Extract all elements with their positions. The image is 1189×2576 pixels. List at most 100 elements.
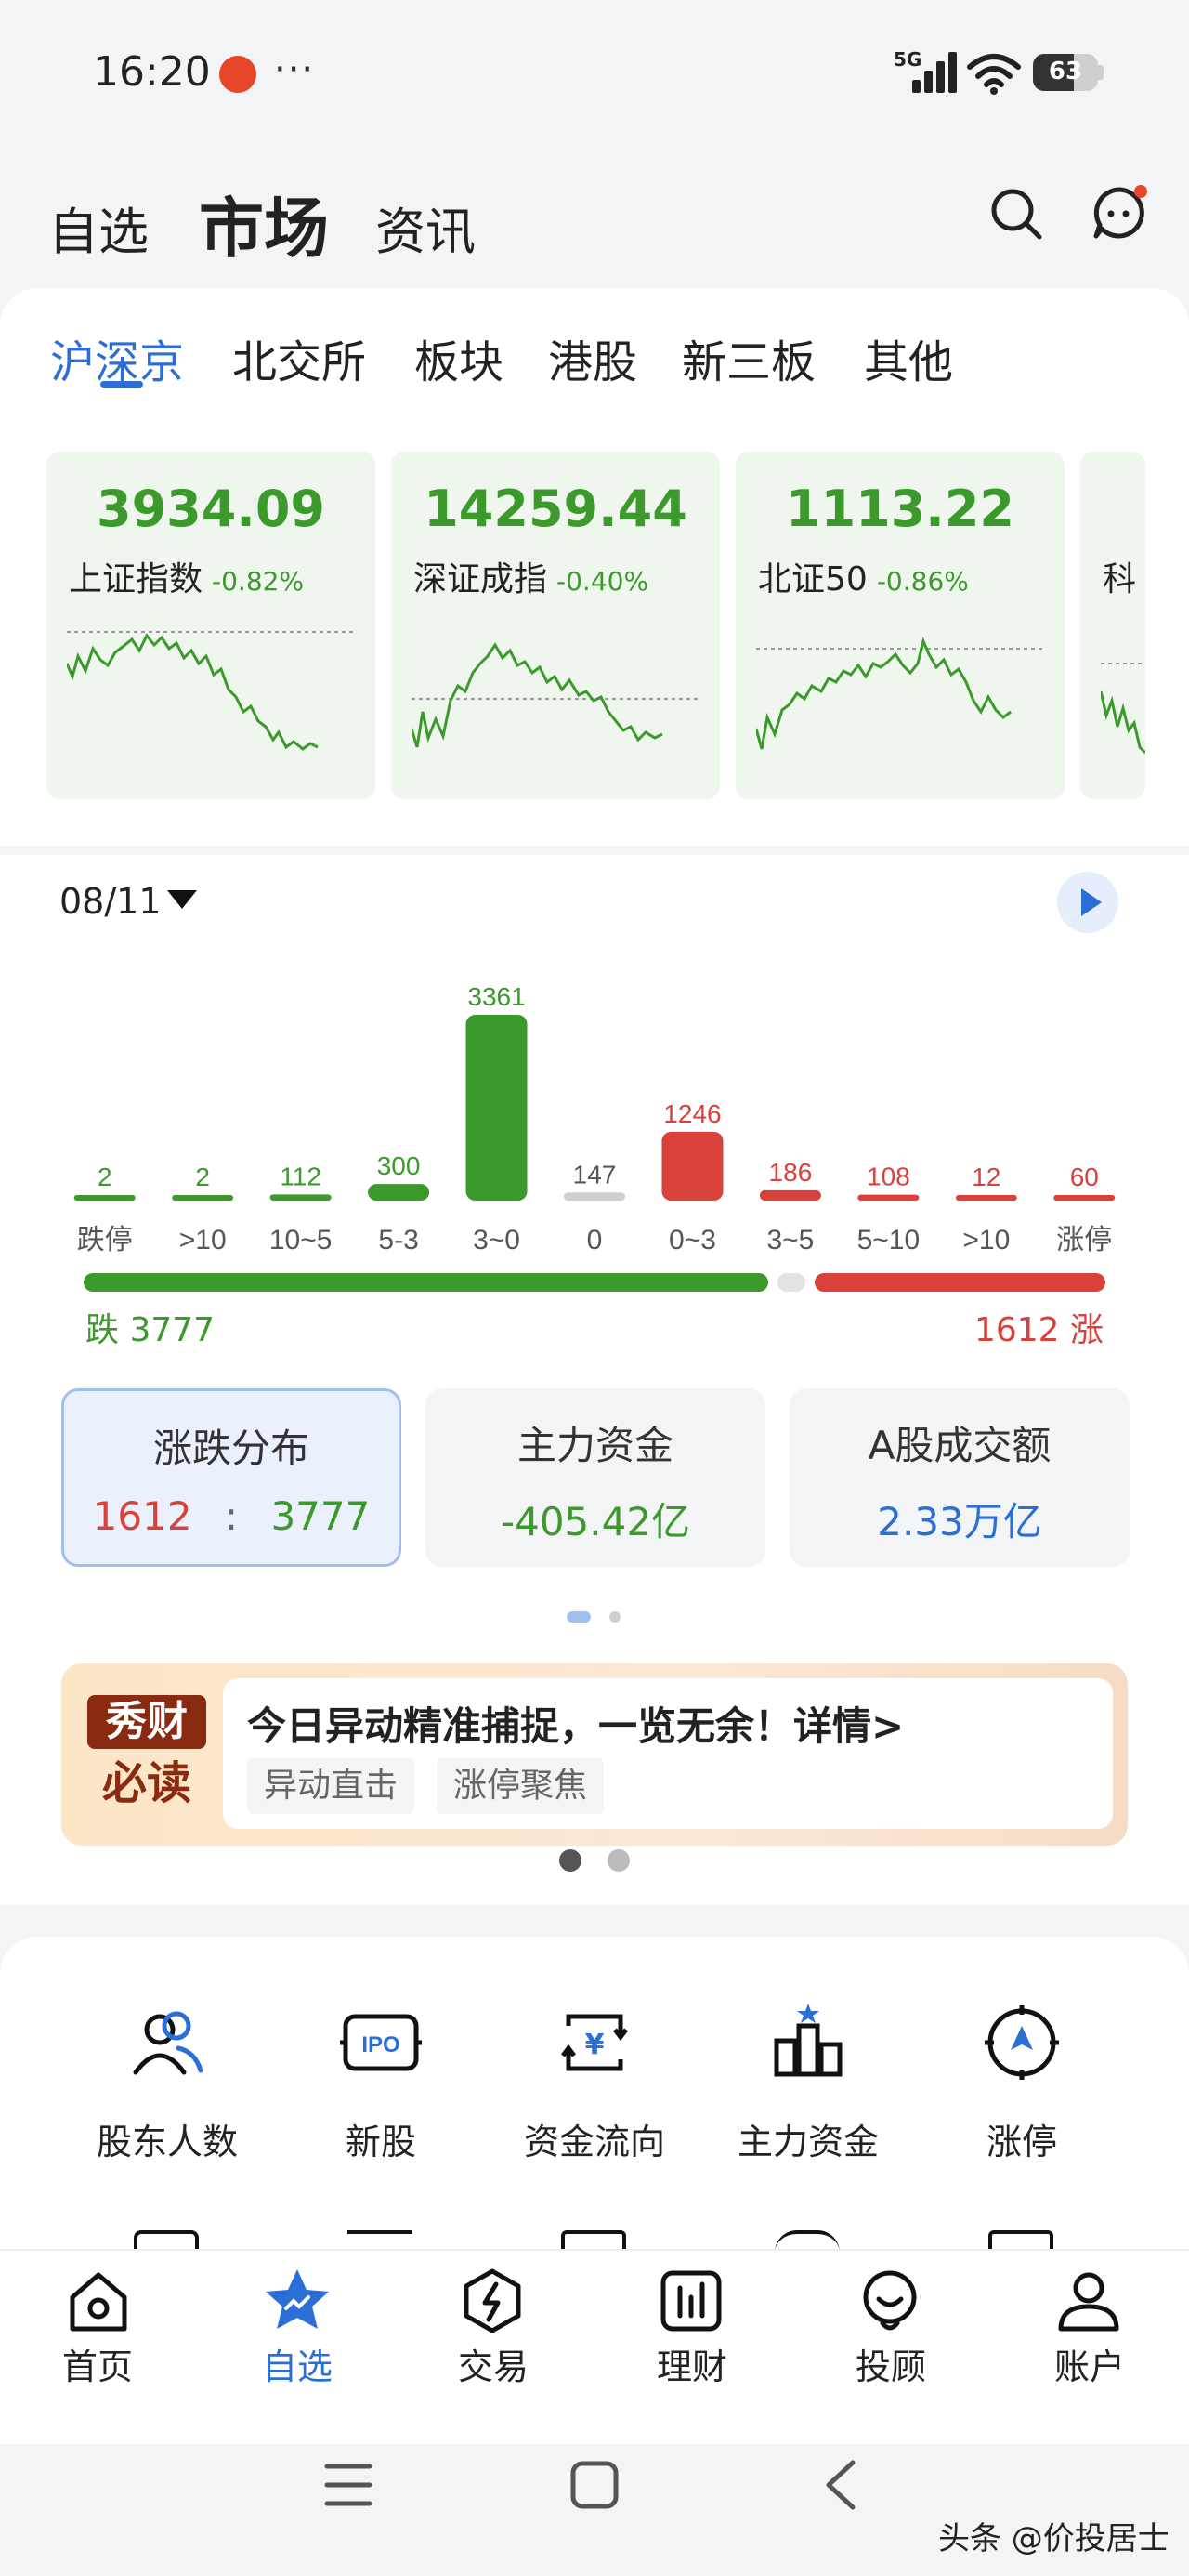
recent-apps-icon[interactable] — [323, 2461, 373, 2509]
stat-card-turnover[interactable]: A股成交额 2.33万亿 — [790, 1388, 1130, 1567]
rise-total-label: 1612 涨 — [973, 1311, 1104, 1349]
watermark: 头条 @价投居士 — [938, 2520, 1169, 2557]
logo-top-text: 秀财 — [87, 1695, 206, 1749]
category-tick-label: >10 — [179, 1225, 227, 1255]
home-icon[interactable] — [63, 2266, 134, 2336]
banner-tag-limit-up[interactable]: 涨停聚焦 — [437, 1758, 605, 1814]
distribution-bar — [564, 1192, 625, 1201]
bar-value-label: 186 — [769, 1158, 813, 1187]
advisor-icon[interactable] — [855, 2266, 925, 2336]
index-sparkline — [412, 642, 699, 748]
banner-logo: 秀财 必读 — [82, 1689, 212, 1820]
more-notifications-icon: ··· — [274, 48, 316, 91]
ipo-icon[interactable]: IPO — [336, 1998, 425, 2087]
main-capital-icon[interactable] — [764, 1998, 853, 2087]
index-sparkline — [1101, 663, 1145, 755]
category-tick-label: 3~5 — [766, 1225, 814, 1255]
carousel-dot — [608, 1849, 630, 1872]
bar-value-label: 147 — [573, 1160, 617, 1189]
bar-value-label: 12 — [972, 1163, 1000, 1191]
bar-value-label: 2 — [195, 1163, 210, 1191]
tool-label-ipo[interactable]: 新股 — [274, 2113, 488, 2164]
index-value: 1113.22 — [786, 480, 1014, 538]
index-card-bse50[interactable]: 1113.22 北证50 -0.86% — [736, 452, 1065, 799]
account-icon[interactable] — [1053, 2266, 1124, 2336]
distribution-bar — [368, 1184, 430, 1201]
category-tick-label: 3~0 — [473, 1225, 520, 1255]
home-button-icon[interactable] — [568, 2459, 621, 2511]
bar-value-label: 108 — [867, 1163, 910, 1191]
header-tab-market[interactable]: 市场 — [199, 177, 329, 270]
market-tab-neeq[interactable]: 新三板 — [682, 325, 816, 390]
signal-icon — [908, 52, 959, 93]
nav-wealth[interactable]: 理财 — [599, 2338, 785, 2389]
wealth-icon[interactable] — [656, 2266, 726, 2336]
bar-value-label: 112 — [280, 1162, 321, 1190]
message-icon[interactable] — [1089, 182, 1150, 243]
section-separator — [0, 846, 1189, 855]
market-tab-hk[interactable]: 港股 — [548, 325, 637, 390]
nav-home[interactable]: 首页 — [5, 2338, 190, 2389]
index-name: 上证指数 — [69, 560, 203, 598]
market-tab-sectors[interactable]: 板块 — [414, 325, 503, 390]
distribution-bar — [73, 1195, 136, 1201]
pager-dot — [609, 1611, 621, 1623]
header-tab-news[interactable]: 资讯 — [375, 191, 476, 264]
banner-tag-anomaly[interactable]: 异动直击 — [247, 1758, 415, 1814]
market-tab-other[interactable]: 其他 — [864, 325, 953, 390]
nav-advisor[interactable]: 投顾 — [798, 2338, 984, 2389]
tool-label-limit-up[interactable]: 涨停 — [915, 2113, 1129, 2164]
turnover-value: 2.33万亿 — [877, 1499, 1042, 1544]
rise-count-bar — [814, 1273, 1105, 1292]
tool-label-shareholders[interactable]: 股东人数 — [60, 2113, 274, 2164]
index-card-star-partial[interactable]: 科 — [1080, 452, 1145, 799]
pager-dot-active — [567, 1611, 591, 1623]
bar-value-label: 2 — [98, 1163, 112, 1191]
search-icon[interactable] — [988, 186, 1044, 242]
fund-flow-icon[interactable]: ¥ — [550, 1998, 639, 2087]
tool-label-main-capital[interactable]: 主力资金 — [701, 2113, 915, 2164]
tool-label-fund-flow[interactable]: 资金流向 — [488, 2113, 701, 2164]
battery-percent: 63 — [1048, 58, 1083, 85]
index-change: -0.40% — [556, 566, 649, 597]
header-tab-watchlist[interactable]: 自选 — [48, 191, 149, 264]
battery-tip — [1098, 65, 1104, 80]
stat-card-main-capital[interactable]: 主力资金 -405.42亿 — [425, 1388, 765, 1567]
watchlist-star-icon[interactable] — [262, 2266, 333, 2336]
nav-account[interactable]: 账户 — [997, 2338, 1182, 2389]
index-card-szse[interactable]: 14259.44 深证成指 -0.40% — [391, 452, 720, 799]
nav-watchlist[interactable]: 自选 — [204, 2338, 390, 2389]
main-capital-value: -405.42亿 — [500, 1499, 691, 1544]
ratio-separator: : — [224, 1493, 239, 1539]
section-separator — [0, 1905, 1189, 1937]
trade-icon[interactable] — [457, 2266, 528, 2336]
caret-down-icon[interactable] — [167, 890, 197, 909]
index-name: 北证50 — [758, 560, 868, 598]
carousel-dot-active — [559, 1849, 581, 1872]
category-tick-label: 0~3 — [669, 1225, 716, 1255]
index-card-sse[interactable]: 3934.09 上证指数 -0.82% — [46, 452, 375, 799]
bar-value-label: 300 — [377, 1151, 421, 1180]
category-tick-label: 5~10 — [857, 1225, 921, 1255]
rise-fall-distribution-chart: 2 跌停 2 >10 112 10~5 300 5-3 3361 3~0 147 0 1246 0~3 18… — [73, 982, 1116, 1255]
distribution-bar — [1053, 1195, 1116, 1201]
market-tab-bse[interactable]: 北交所 — [232, 325, 366, 390]
stat-title: A股成交额 — [868, 1423, 1052, 1468]
limit-up-icon[interactable] — [977, 1998, 1066, 2087]
shareholders-icon[interactable] — [123, 1998, 212, 2087]
back-icon[interactable] — [821, 2459, 858, 2511]
distribution-bar — [661, 1131, 724, 1201]
logo-bottom-text: 必读 — [101, 1757, 191, 1809]
stat-title: 涨跌分布 — [152, 1426, 309, 1471]
banner-headline[interactable]: 今日异动精准捕捉，一览无余！详情> — [247, 1695, 904, 1752]
play-icon[interactable] — [1057, 872, 1118, 933]
nav-trade[interactable]: 交易 — [400, 2338, 586, 2389]
fall-total-label: 跌 3777 — [85, 1311, 216, 1349]
svg-text:¥: ¥ — [585, 2029, 605, 2061]
index-name: 深证成指 — [413, 560, 548, 598]
stat-card-distribution[interactable]: 涨跌分布 1612 : 3777 — [61, 1388, 401, 1567]
date-selector[interactable]: 08/11 — [59, 881, 162, 922]
market-tab-indicator — [100, 381, 143, 388]
category-tick-label: 5-3 — [378, 1225, 418, 1255]
tools-grid — [0, 1937, 1189, 2253]
